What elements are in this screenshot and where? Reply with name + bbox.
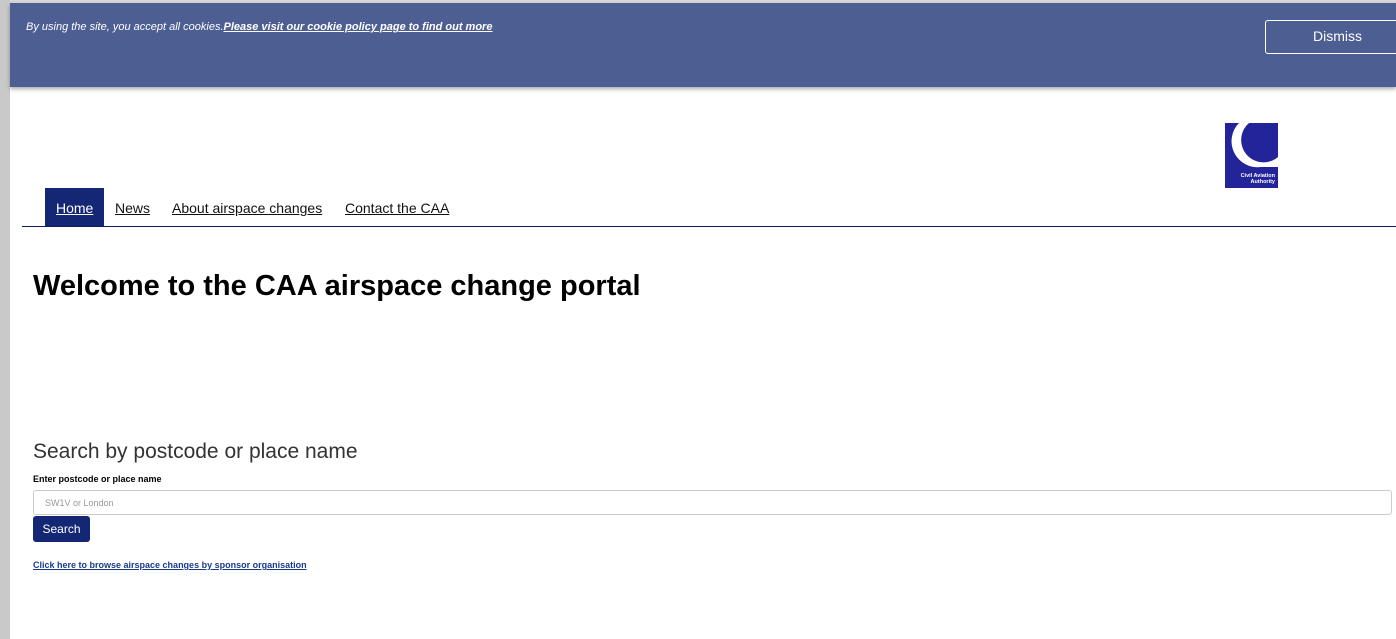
main-nav: Home News About airspace changes Contact… (22, 188, 1396, 227)
logo-line-2: Authority (1250, 179, 1275, 185)
page-title: Welcome to the CAA airspace change porta… (33, 270, 641, 302)
cookie-message: By using the site, you accept all cookie… (26, 21, 492, 33)
cookie-banner: By using the site, you accept all cookie… (10, 3, 1396, 87)
cookie-policy-link[interactable]: Please visit our cookie policy page to f… (224, 21, 493, 33)
window-frame-left (0, 0, 10, 639)
logo-text: Civil Aviation Authority (1241, 173, 1275, 185)
search-label: Enter postcode or place name (33, 474, 162, 484)
caa-logo[interactable]: Civil Aviation Authority (1225, 123, 1278, 188)
dismiss-button[interactable]: Dismiss (1265, 20, 1396, 54)
nav-item-news[interactable]: News (115, 188, 150, 226)
search-heading: Search by postcode or place name (33, 440, 358, 463)
nav-item-contact[interactable]: Contact the CAA (345, 188, 449, 226)
nav-item-about-airspace-changes[interactable]: About airspace changes (172, 188, 322, 226)
nav-item-home[interactable]: Home (45, 188, 105, 226)
browse-by-sponsor-link[interactable]: Click here to browse airspace changes by… (33, 560, 307, 570)
search-button[interactable]: Search (33, 516, 90, 542)
cookie-text: By using the site, you accept all cookie… (26, 21, 224, 33)
search-input[interactable] (33, 490, 1392, 515)
